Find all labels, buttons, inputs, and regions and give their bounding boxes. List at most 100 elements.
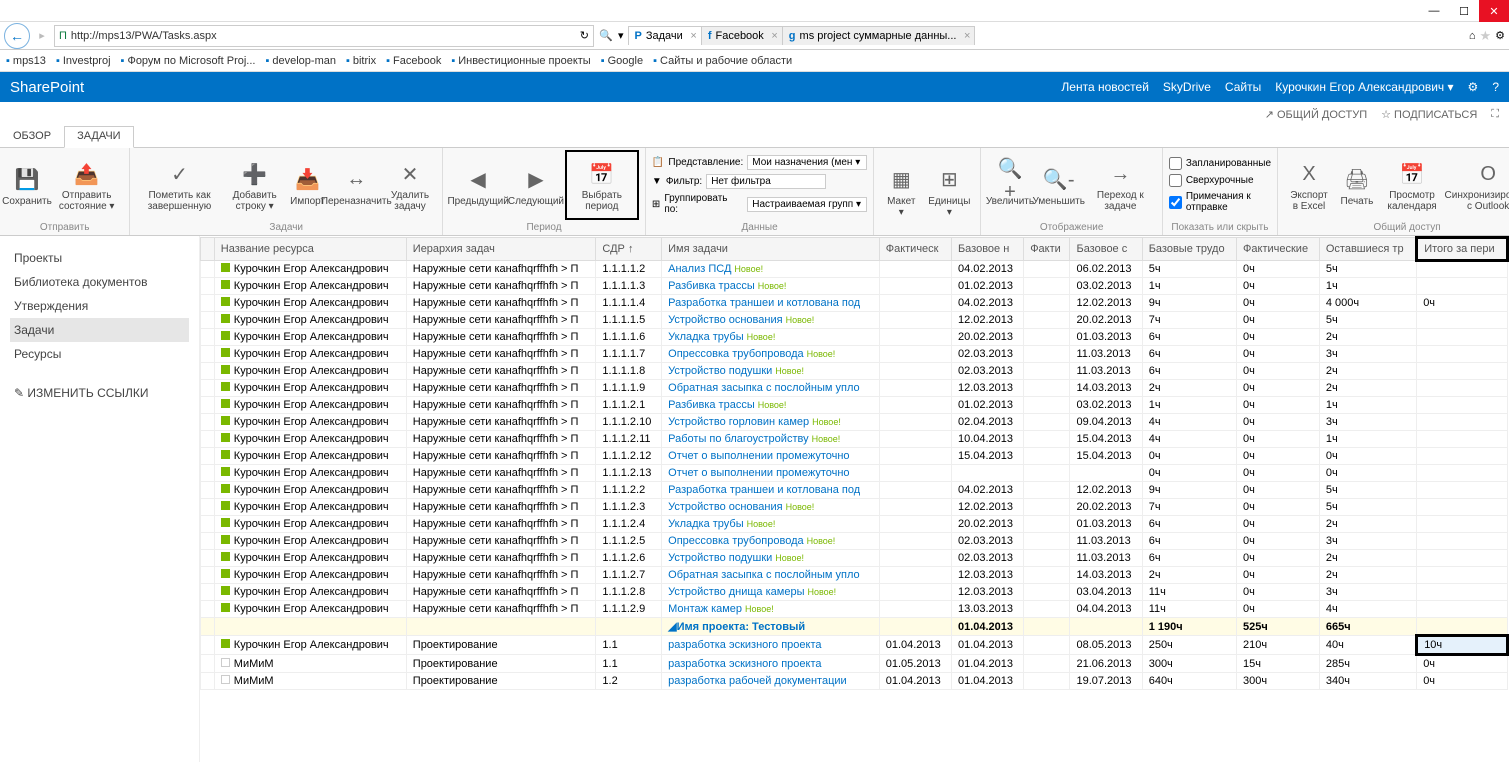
table-row[interactable]: Курочкин Егор Александрович Наружные сет… xyxy=(201,329,1508,346)
table-row[interactable]: Курочкин Егор Александрович Наружные сет… xyxy=(201,261,1508,278)
table-row[interactable]: Курочкин Егор Александрович Наружные сет… xyxy=(201,448,1508,465)
filter-dropdown[interactable]: Нет фильтра xyxy=(706,174,826,189)
header-icon[interactable]: ⚙ xyxy=(1468,80,1479,94)
table-row[interactable]: Курочкин Егор Александрович Наружные сет… xyxy=(201,278,1508,295)
nav-item[interactable]: Утверждения xyxy=(10,294,189,318)
column-header[interactable]: СДР ↑ xyxy=(596,238,662,261)
view-dropdown[interactable]: Мои назначения (мен ▾ xyxy=(747,155,867,170)
table-row[interactable]: Курочкин Егор Александрович Наружные сет… xyxy=(201,431,1508,448)
table-row[interactable]: Курочкин Егор Александрович Наружные сет… xyxy=(201,533,1508,550)
column-header[interactable]: Факти xyxy=(1024,238,1070,261)
column-header[interactable]: Название ресурса xyxy=(214,238,406,261)
table-row[interactable]: Курочкин Егор Александрович Наружные сет… xyxy=(201,567,1508,584)
nav-item[interactable]: ✎ ИЗМЕНИТЬ ССЫЛКИ xyxy=(10,381,189,405)
favorite-link[interactable]: ▪Инвестиционные проекты xyxy=(451,55,590,67)
ribbon-button[interactable]: 📅Выбрать период xyxy=(565,150,639,220)
minimize-button[interactable]: — xyxy=(1419,0,1449,22)
table-row[interactable]: Курочкин Егор Александрович Наружные сет… xyxy=(201,482,1508,499)
nav-item[interactable]: Проекты xyxy=(10,246,189,270)
sp-nav-link[interactable]: Лента новостей xyxy=(1061,80,1149,94)
follow-link[interactable]: ☆ ПОДПИСАТЬСЯ xyxy=(1381,108,1477,121)
table-row[interactable]: Курочкин Егор Александрович Наружные сет… xyxy=(201,346,1508,363)
sp-nav-link[interactable]: Сайты xyxy=(1225,80,1261,94)
header-icon[interactable]: ? xyxy=(1492,80,1499,94)
column-header[interactable]: Имя задачи xyxy=(662,238,880,261)
nav-item[interactable]: Библиотека документов xyxy=(10,270,189,294)
table-row[interactable]: МиМиМ Проектирование1.1 разработка эскиз… xyxy=(201,655,1508,673)
column-header[interactable]: Фактические xyxy=(1237,238,1320,261)
search-icon[interactable]: 🔍 xyxy=(598,29,614,42)
ribbon-button[interactable]: 🔍-Уменьшить xyxy=(1035,150,1083,220)
ribbon-button[interactable]: 📤Отправить состояние ▾ xyxy=(50,150,123,220)
ribbon-button[interactable]: 📥Импорт xyxy=(287,150,329,220)
table-row[interactable]: Курочкин Егор Александрович Наружные сет… xyxy=(201,550,1508,567)
ribbon-button[interactable]: 💾Сохранить xyxy=(6,150,48,220)
table-row[interactable]: Курочкин Егор Александрович Наружные сет… xyxy=(201,380,1508,397)
column-header[interactable]: Фактическ xyxy=(879,238,951,261)
column-header[interactable]: Базовое н xyxy=(951,238,1023,261)
ribbon-button[interactable]: 📅Просмотр календаря xyxy=(1380,150,1444,220)
ribbon-button[interactable]: ▶Следующий xyxy=(509,150,563,220)
favorite-link[interactable]: ▪mps13 xyxy=(6,55,46,67)
ribbon-button[interactable]: ↔Переназначить xyxy=(331,150,382,220)
maximize-button[interactable]: ☐ xyxy=(1449,0,1479,22)
table-row[interactable]: Курочкин Егор Александрович Наружные сет… xyxy=(201,584,1508,601)
table-row[interactable]: Курочкин Егор Александрович Наружные сет… xyxy=(201,516,1508,533)
favorite-link[interactable]: ▪Сайты и рабочие области xyxy=(653,55,792,67)
browser-tab[interactable]: P Задачи × xyxy=(628,26,702,45)
ribbon-button[interactable]: ✕Удалить задачу xyxy=(384,150,436,220)
favorite-link[interactable]: ▪bitrix xyxy=(346,55,376,67)
table-row[interactable]: Курочкин Егор Александрович Наружные сет… xyxy=(201,601,1508,618)
column-header[interactable]: Оставшиеся тр xyxy=(1319,238,1416,261)
nav-item[interactable]: Задачи xyxy=(10,318,189,342)
ribbon-button[interactable]: 🖨Печать xyxy=(1336,150,1378,220)
favorite-link[interactable]: ▪Facebook xyxy=(386,55,441,67)
column-header[interactable]: Базовое с xyxy=(1070,238,1142,261)
share-link[interactable]: ↗ ОБЩИЙ ДОСТУП xyxy=(1265,108,1367,121)
table-row[interactable]: МиМиМ Проектирование1.2 разработка рабоч… xyxy=(201,673,1508,690)
ribbon-button[interactable]: →Переход к задаче xyxy=(1085,150,1156,220)
favorite-icon[interactable]: ★ xyxy=(1479,28,1491,44)
table-row[interactable]: Курочкин Егор Александрович Проектирован… xyxy=(201,636,1508,655)
ribbon-checkbox[interactable]: Сверхурочные xyxy=(1169,174,1271,187)
table-row[interactable]: Курочкин Егор Александрович Наружные сет… xyxy=(201,465,1508,482)
ribbon-button[interactable]: OСинхронизировать с Outlook xyxy=(1446,150,1509,220)
browser-tab[interactable]: f Facebook × xyxy=(701,26,783,45)
forward-icon[interactable]: ▸ xyxy=(34,29,50,42)
ribbon-checkbox[interactable]: Примечания к отправке xyxy=(1169,191,1271,213)
column-header[interactable]: Иерархия задач xyxy=(406,238,596,261)
column-header[interactable]: Итого за пери xyxy=(1417,238,1508,261)
ribbon-button[interactable]: ➕Добавить строку ▾ xyxy=(225,150,285,220)
task-table[interactable]: Название ресурсаИерархия задачСДР ↑Имя з… xyxy=(200,236,1509,690)
ribbon-button[interactable]: ✓Пометить как завершенную xyxy=(136,150,222,220)
url-input[interactable]: П http://mps13/PWA/Tasks.aspx ↻ xyxy=(54,25,594,47)
ribbon-button[interactable]: ◀Предыдущий xyxy=(449,150,507,220)
ribbon-button[interactable]: ⊞Единицы ▾ xyxy=(924,150,974,231)
close-button[interactable]: ✕ xyxy=(1479,0,1509,22)
ribbon-tab[interactable]: ЗАДАЧИ xyxy=(64,126,134,148)
browser-tab[interactable]: g ms project суммарные данны... × xyxy=(782,26,976,45)
favorite-link[interactable]: ▪Google xyxy=(601,55,643,67)
fullscreen-icon[interactable]: ⛶ xyxy=(1491,108,1499,121)
table-row[interactable]: Курочкин Егор Александрович Наружные сет… xyxy=(201,414,1508,431)
ribbon-checkbox[interactable]: Запланированные xyxy=(1169,157,1271,170)
favorite-link[interactable]: ▪Investproj xyxy=(56,55,111,67)
nav-item[interactable]: Ресурсы xyxy=(10,342,189,366)
table-row[interactable]: Курочкин Егор Александрович Наружные сет… xyxy=(201,312,1508,329)
group-dropdown[interactable]: Настраиваемая групп ▾ xyxy=(747,197,867,212)
settings-icon[interactable]: ⚙ xyxy=(1495,29,1505,42)
ribbon-tab[interactable]: ОБЗОР xyxy=(0,126,64,147)
back-button[interactable]: ← xyxy=(4,23,30,49)
table-row[interactable]: Курочкин Егор Александрович Наружные сет… xyxy=(201,397,1508,414)
ribbon-button[interactable]: ▦Макет ▾ xyxy=(880,150,922,231)
ribbon-button[interactable]: 🔍+Увеличить xyxy=(987,150,1032,220)
home-icon[interactable]: ⌂ xyxy=(1469,30,1476,42)
dropdown-icon[interactable]: ▾ xyxy=(618,29,624,42)
ribbon-button[interactable]: XЭкспорт в Excel xyxy=(1284,150,1334,220)
table-row[interactable]: Курочкин Егор Александрович Наружные сет… xyxy=(201,363,1508,380)
column-header[interactable]: Базовые трудо xyxy=(1142,238,1236,261)
table-row[interactable]: Курочкин Егор Александрович Наружные сет… xyxy=(201,295,1508,312)
table-row[interactable]: Курочкин Егор Александрович Наружные сет… xyxy=(201,499,1508,516)
sp-nav-link[interactable]: SkyDrive xyxy=(1163,80,1211,94)
favorite-link[interactable]: ▪Форум по Microsoft Proj... xyxy=(121,55,256,67)
